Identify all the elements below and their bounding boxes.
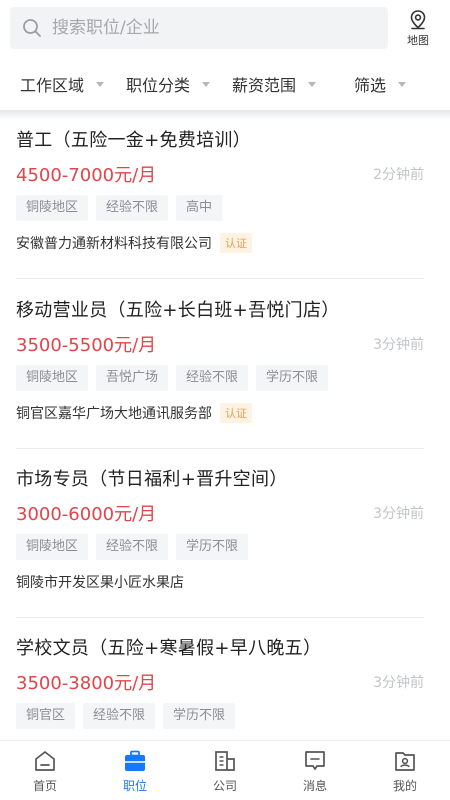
job-tag: 铜陵地区 [16,365,89,391]
job-salary: 3500-5500元/月 [16,335,157,356]
job-salary: 4500-7000元/月 [16,165,157,186]
job-time: 3分钟前 [373,675,424,691]
job-title: 移动营业员（五险+长白班+吾悦门店） [16,300,340,321]
tab-label: 首页 [32,779,57,793]
filter-label: 筛选 [354,76,387,95]
job-card[interactable]: 学校文员（五险+寒暑假+早八晚五） 3500-3800元/月 3分钟前 铜官区 … [16,636,424,731]
divider [16,448,424,449]
job-tag: 经验不限 [96,195,169,221]
job-tags: 铜陵地区 经验不限 高中 [16,195,424,223]
filter-salary-range[interactable]: 薪资范围 [232,72,354,96]
search-header: 地图 [10,6,450,50]
job-tag: 铜官区 [16,703,76,729]
job-tag: 高中 [176,195,223,221]
divider [16,278,424,279]
map-button[interactable]: 地图 [396,9,440,48]
tab-home[interactable]: 首页 [0,741,90,800]
tab-label: 公司 [212,779,237,793]
verified-badge: 认证 [220,233,252,253]
filter-shadow [0,110,450,120]
tab-company[interactable]: 公司 [180,741,270,800]
job-time: 2分钟前 [373,167,424,183]
tab-messages[interactable]: 消息 [270,741,360,800]
job-tag: 经验不限 [176,365,249,391]
home-icon [35,751,55,771]
job-title: 市场专员（节日福利+晋升空间） [16,469,288,490]
filter-job-category[interactable]: 职位分类 [126,72,232,96]
job-card[interactable]: 普工（五险一金+免费培训） 4500-7000元/月 2分钟前 铜陵地区 经验不… [16,128,424,255]
profile-icon [395,752,415,771]
verified-badge: 认证 [220,403,252,423]
filter-work-area[interactable]: 工作区域 [20,72,126,96]
job-salary: 3500-3800元/月 [16,673,157,694]
job-title: 学校文员（五险+寒暑假+早八晚五） [16,638,322,659]
tab-label: 消息 [302,779,327,793]
job-tag: 学历不限 [163,703,236,729]
job-tag: 铜陵地区 [16,534,89,560]
job-company: 铜陵市开发区果小匠水果店 [16,575,184,591]
tab-label: 我的 [392,779,417,793]
search-icon [23,19,41,37]
job-company: 安徽普力通新材料科技有限公司 [16,236,212,252]
tab-label: 职位 [122,779,147,793]
caret-down-icon [202,81,211,87]
caret-down-icon [96,81,105,87]
filter-label: 职位分类 [126,76,191,95]
job-tag: 铜陵地区 [16,195,89,221]
job-tag: 经验不限 [83,703,156,729]
briefcase-icon [125,750,145,771]
job-salary: 3000-6000元/月 [16,504,157,525]
search-box[interactable] [10,7,388,49]
job-card[interactable]: 市场专员（节日福利+晋升空间） 3000-6000元/月 3分钟前 铜陵地区 经… [16,467,424,594]
filter-bar: 工作区域 职位分类 薪资范围 筛选 [0,64,450,104]
job-company: 铜官区嘉华广场大地通讯服务部 [16,406,212,422]
tab-profile[interactable]: 我的 [360,741,450,800]
caret-down-icon [398,81,407,87]
filter-label: 薪资范围 [232,76,297,95]
job-tag: 学历不限 [256,365,329,391]
map-label: 地图 [407,33,429,47]
job-tag: 吾悦广场 [96,365,169,391]
tab-jobs[interactable]: 职位 [90,741,180,800]
search-input[interactable] [52,18,352,38]
building-icon [215,751,235,771]
job-time: 3分钟前 [373,337,424,353]
job-list: 普工（五险一金+免费培训） 4500-7000元/月 2分钟前 铜陵地区 经验不… [0,120,450,740]
tab-bar: 首页 职位 公司 消息 我的 [0,740,450,800]
filter-label: 工作区域 [20,76,85,95]
job-time: 3分钟前 [373,506,424,522]
job-tags: 铜官区 经验不限 学历不限 [16,703,424,731]
divider [16,617,424,618]
job-title: 普工（五险一金+免费培训） [16,130,251,151]
job-tag: 学历不限 [176,534,249,560]
caret-down-icon [308,81,317,87]
filter-more[interactable]: 筛选 [354,72,407,96]
job-tags: 铜陵地区 经验不限 学历不限 [16,534,424,562]
job-tag: 经验不限 [96,534,169,560]
message-icon [305,751,325,770]
map-pin-icon [410,9,426,29]
job-card[interactable]: 移动营业员（五险+长白班+吾悦门店） 3500-5500元/月 3分钟前 铜陵地… [16,298,424,425]
job-tags: 铜陵地区 吾悦广场 经验不限 学历不限 [16,365,424,393]
